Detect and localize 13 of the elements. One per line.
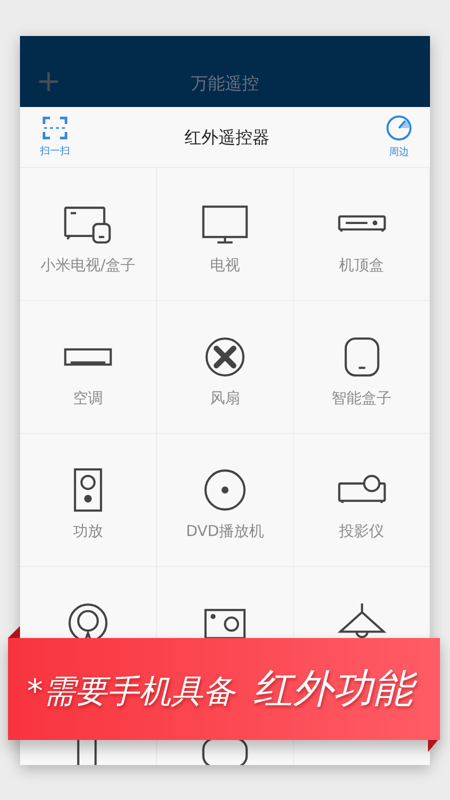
device-label: 风扇 <box>210 389 240 408</box>
device-label: 智能盒子 <box>332 389 392 408</box>
device-label: 投影仪 <box>339 522 384 541</box>
page-title: 红外遥控器 <box>184 126 270 148</box>
device-label: 空调 <box>73 389 103 408</box>
device-label: DVD播放机 <box>186 522 264 541</box>
device-label: 功放 <box>73 522 103 541</box>
banner-highlight: 红外功能 <box>253 661 421 717</box>
header-title: 万能遥控 <box>191 73 259 95</box>
device-label: 电视 <box>210 256 240 275</box>
device-label: 机顶盒 <box>339 256 384 275</box>
device-label: 小米电视/盒子 <box>40 256 136 275</box>
banner-text: *需要手机具备 <box>27 671 237 712</box>
